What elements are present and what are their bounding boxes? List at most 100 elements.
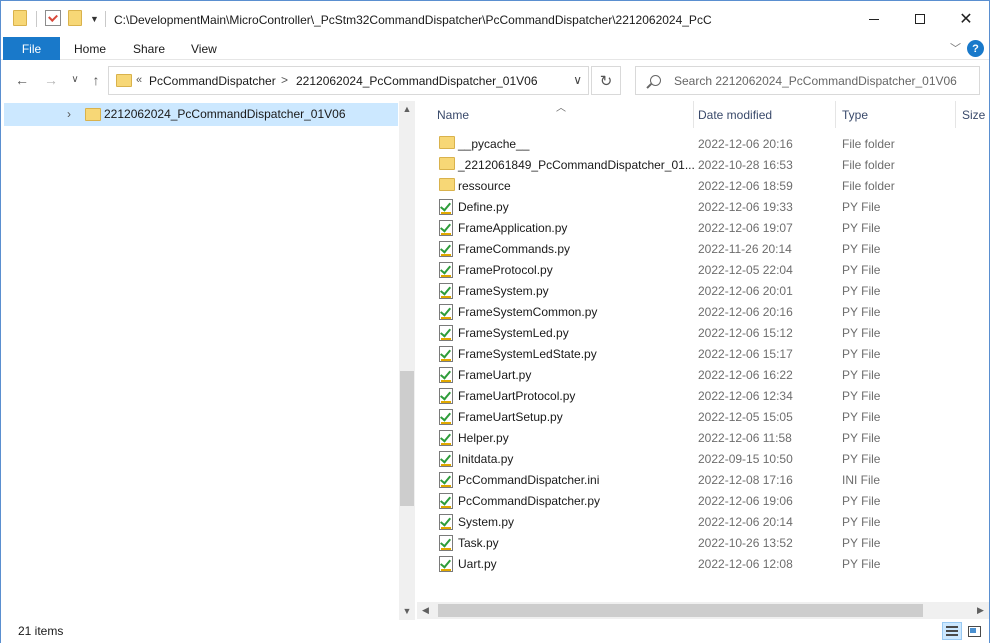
column-divider[interactable]: [835, 101, 836, 128]
file-row[interactable]: FrameSystemCommon.py 2022-12-06 20:16 PY F…: [417, 301, 989, 322]
expand-chevron-icon[interactable]: ›: [67, 107, 71, 121]
details-view-button[interactable]: [942, 622, 962, 640]
up-arrow-icon[interactable]: ↑: [87, 71, 105, 89]
file-row[interactable]: FrameUartSetup.py 2022-12-05 15:05 PY File: [417, 406, 989, 427]
file-name[interactable]: FrameSystemLedState.py: [458, 347, 597, 361]
file-name[interactable]: PcCommandDispatcher.py: [458, 494, 600, 508]
search-box[interactable]: [635, 66, 980, 95]
file-row[interactable]: PcCommandDispatcher.py 2022-12-06 19:06 PY…: [417, 490, 989, 511]
file-type: PY File: [842, 347, 881, 361]
chevron-down-icon[interactable]: ﹀: [950, 40, 961, 56]
file-horizontal-scrollbar[interactable]: ◀ ▶: [417, 602, 989, 619]
large-icons-view-icon: [968, 626, 981, 637]
python-file-icon: [439, 304, 453, 323]
tab-share[interactable]: Share: [133, 42, 165, 56]
file-type: PY File: [842, 263, 881, 277]
breadcrumb-separator-icon[interactable]: >: [281, 73, 288, 87]
file-row[interactable]: FrameProtocol.py 2022-12-05 22:04 PY File: [417, 259, 989, 280]
back-arrow-icon[interactable]: ←: [13, 71, 31, 89]
file-row[interactable]: ressource 2022-12-06 18:59 File folder: [417, 175, 989, 196]
file-row[interactable]: Helper.py 2022-12-06 11:58 PY File: [417, 427, 989, 448]
file-type: PY File: [842, 284, 881, 298]
file-type: File folder: [842, 158, 895, 172]
scroll-down-icon[interactable]: ▼: [399, 603, 415, 619]
file-row[interactable]: FrameApplication.py 2022-12-06 19:07 PY Fi…: [417, 217, 989, 238]
search-input[interactable]: [674, 72, 964, 90]
file-row[interactable]: FrameSystemLedState.py 2022-12-06 15:17 PY…: [417, 343, 989, 364]
column-divider[interactable]: [955, 101, 956, 128]
file-row[interactable]: System.py 2022-12-06 20:14 PY File: [417, 511, 989, 532]
tab-view[interactable]: View: [191, 42, 217, 56]
folder-icon: [439, 157, 455, 173]
file-name[interactable]: Initdata.py: [458, 452, 513, 466]
file-name[interactable]: FrameProtocol.py: [458, 263, 553, 277]
help-icon[interactable]: ?: [967, 40, 984, 57]
file-name[interactable]: FrameUartProtocol.py: [458, 389, 575, 403]
refresh-button[interactable]: ↻: [591, 66, 621, 95]
scroll-right-icon[interactable]: ▶: [972, 602, 989, 619]
file-row[interactable]: Uart.py 2022-12-06 12:08 PY File: [417, 553, 989, 574]
file-name[interactable]: FrameUart.py: [458, 368, 531, 382]
customize-toolbar-icon[interactable]: ▼: [90, 14, 100, 24]
title-bar: ▼ C:\DevelopmentMain\MicroController\_Pc…: [1, 1, 989, 37]
nav-vertical-scrollbar[interactable]: ▲ ▼: [399, 101, 415, 621]
scroll-up-icon[interactable]: ▲: [399, 101, 415, 117]
python-file-icon: [439, 220, 453, 239]
new-folder-icon[interactable]: [68, 10, 82, 26]
file-type: PY File: [842, 494, 881, 508]
file-name[interactable]: FrameApplication.py: [458, 221, 567, 235]
maximize-button[interactable]: [897, 1, 943, 37]
scroll-left-icon[interactable]: ◀: [417, 602, 434, 619]
address-bar[interactable]: « PcCommandDispatcher > 2212062024_PcCom…: [108, 66, 589, 95]
column-header-date-modified[interactable]: Date modified: [694, 101, 835, 128]
close-button[interactable]: ✕: [943, 1, 989, 37]
column-header-size[interactable]: Size: [958, 101, 989, 128]
file-name[interactable]: FrameSystemCommon.py: [458, 305, 597, 319]
file-row[interactable]: FrameUart.py 2022-12-06 16:22 PY File: [417, 364, 989, 385]
overflow-chevron-icon[interactable]: «: [136, 74, 142, 86]
file-row[interactable]: PcCommandDispatcher.ini 2022-12-08 17:16 I…: [417, 469, 989, 490]
file-name[interactable]: PcCommandDispatcher.ini: [458, 473, 599, 487]
file-row[interactable]: Initdata.py 2022-09-15 10:50 PY File: [417, 448, 989, 469]
window-title: C:\DevelopmentMain\MicroController\_PcSt…: [114, 13, 712, 27]
file-row[interactable]: Define.py 2022-12-06 19:33 PY File: [417, 196, 989, 217]
file-row[interactable]: FrameSystem.py 2022-12-06 20:01 PY File: [417, 280, 989, 301]
scroll-thumb[interactable]: [400, 371, 414, 506]
file-name[interactable]: Define.py: [458, 200, 509, 214]
file-type: PY File: [842, 305, 881, 319]
file-row[interactable]: Task.py 2022-10-26 13:52 PY File: [417, 532, 989, 553]
tab-file[interactable]: File: [3, 37, 60, 60]
file-name[interactable]: Uart.py: [458, 557, 497, 571]
tree-item-selected-folder[interactable]: › 2212062024_PcCommandDispatcher_01V06: [4, 103, 398, 126]
large-icons-view-button[interactable]: [964, 622, 984, 640]
python-file-icon: [439, 409, 453, 428]
file-row[interactable]: FrameSystemLed.py 2022-12-06 15:12 PY File: [417, 322, 989, 343]
tab-home[interactable]: Home: [74, 42, 106, 56]
scroll-thumb[interactable]: [438, 604, 923, 617]
breadcrumb-item[interactable]: PcCommandDispatcher: [149, 74, 276, 88]
file-name[interactable]: ressource: [458, 179, 511, 193]
file-name[interactable]: FrameSystem.py: [458, 284, 549, 298]
file-date-modified: 2022-12-06 18:59: [698, 179, 793, 193]
breadcrumb-item[interactable]: 2212062024_PcCommandDispatcher_01V06: [296, 74, 538, 88]
file-name[interactable]: _2212061849_PcCommandDispatcher_01...: [458, 158, 695, 172]
file-name[interactable]: FrameCommands.py: [458, 242, 570, 256]
file-name[interactable]: FrameSystemLed.py: [458, 326, 569, 340]
file-name[interactable]: System.py: [458, 515, 514, 529]
minimize-button[interactable]: [851, 1, 897, 37]
file-row[interactable]: FrameUartProtocol.py 2022-12-06 12:34 PY F…: [417, 385, 989, 406]
file-name[interactable]: __pycache__: [458, 137, 529, 151]
file-name[interactable]: FrameUartSetup.py: [458, 410, 563, 424]
file-date-modified: 2022-12-06 12:34: [698, 389, 793, 403]
recent-locations-chevron-icon[interactable]: ∨: [66, 71, 84, 89]
file-row[interactable]: FrameCommands.py 2022-11-26 20:14 PY File: [417, 238, 989, 259]
file-row[interactable]: __pycache__ 2022-12-06 20:16 File folder: [417, 133, 989, 154]
forward-arrow-icon[interactable]: →: [42, 71, 60, 89]
file-name[interactable]: Helper.py: [458, 431, 509, 445]
column-header-type[interactable]: Type: [838, 101, 953, 128]
column-header-name[interactable]: Name: [433, 101, 691, 128]
address-dropdown-icon[interactable]: ∨: [573, 73, 582, 87]
properties-icon[interactable]: [45, 10, 61, 26]
file-name[interactable]: Task.py: [458, 536, 499, 550]
file-row[interactable]: _2212061849_PcCommandDispatcher_01... 202…: [417, 154, 989, 175]
